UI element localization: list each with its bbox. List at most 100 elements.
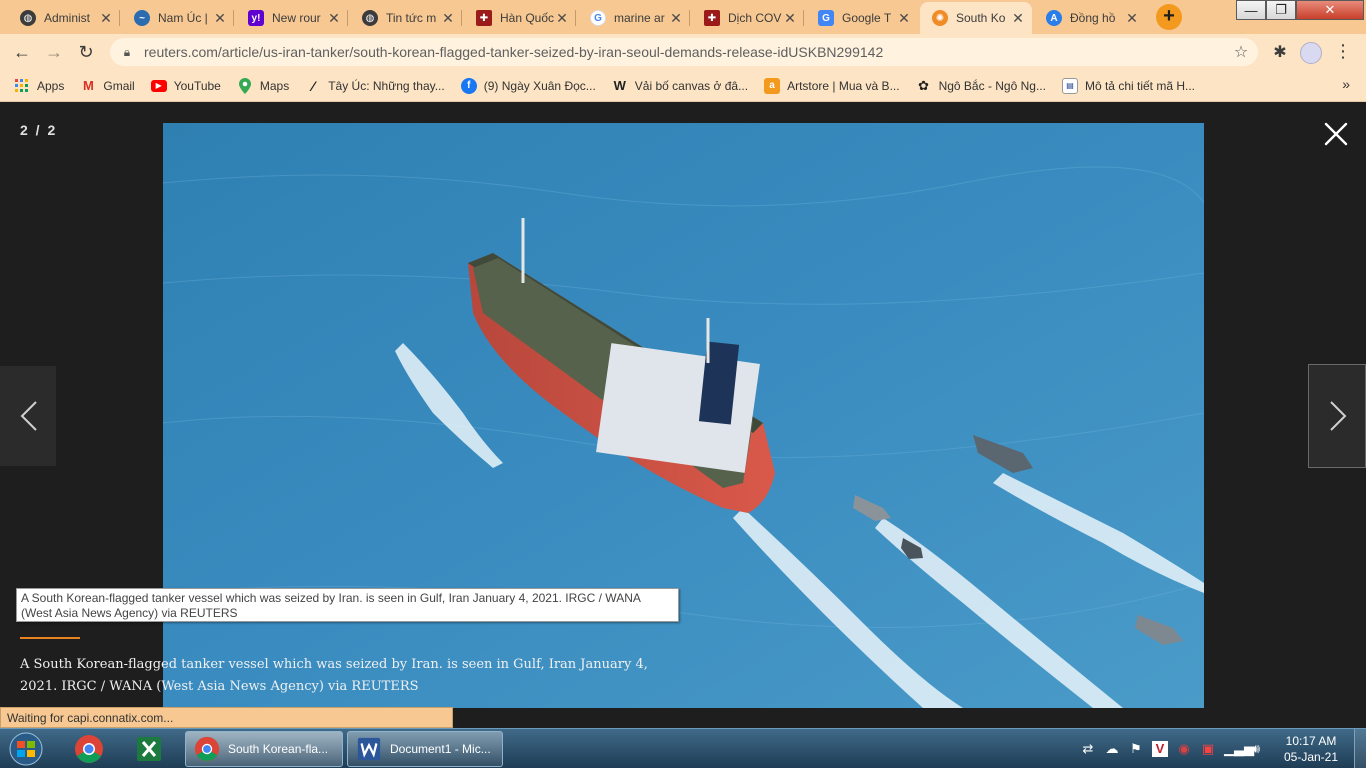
tab-title: Đồng hồ bbox=[1070, 11, 1116, 25]
bookmark-ngo-bac[interactable]: ✿ Ngô Bắc - Ngô Ng... bbox=[916, 78, 1046, 94]
globe-icon: ◍ bbox=[20, 10, 36, 26]
back-arrow-icon[interactable]: ← bbox=[10, 40, 34, 64]
bookmark-maps[interactable]: Maps bbox=[237, 77, 290, 94]
cloud-upload-icon[interactable]: ☁ bbox=[1104, 741, 1120, 757]
close-tab-icon[interactable]: ✕ bbox=[554, 10, 570, 27]
next-slide-button[interactable] bbox=[1308, 364, 1366, 468]
chrome-pinned-button[interactable] bbox=[64, 732, 114, 766]
bookmark-label: Maps bbox=[259, 78, 290, 93]
close-tab-icon[interactable]: ✕ bbox=[212, 10, 228, 27]
close-tab-icon[interactable]: ✕ bbox=[98, 10, 114, 27]
minimize-button[interactable]: — bbox=[1236, 0, 1266, 20]
close-tab-icon[interactable]: ✕ bbox=[326, 10, 342, 27]
maximize-button[interactable]: ❐ bbox=[1266, 0, 1296, 20]
system-tray: ⇄ ☁ ⚑ V ◉ ▣ ▁▃▅ 🔊︎ bbox=[1080, 737, 1272, 761]
forward-arrow-icon[interactable]: → bbox=[42, 40, 66, 64]
gmail-icon: M bbox=[82, 78, 94, 93]
clock-time: 10:17 AM bbox=[1285, 734, 1337, 748]
bookmark-label: Mô tả chi tiết mã H... bbox=[1084, 78, 1196, 93]
chrome-icon bbox=[75, 735, 103, 763]
excel-pinned-button[interactable] bbox=[124, 732, 174, 766]
tab-title: New rour bbox=[272, 11, 321, 25]
tab-google-translate[interactable]: G Google T ✕ bbox=[806, 2, 918, 34]
bookmark-label: Gmail bbox=[103, 78, 135, 93]
taskbar-chrome-window[interactable]: South Korean-fla... bbox=[185, 731, 343, 767]
address-bar[interactable]: 🔒︎ reuters.com/article/us-iran-tanker/so… bbox=[110, 38, 1258, 66]
tab-dong-ho[interactable]: A Đồng hồ ✕ bbox=[1034, 2, 1146, 34]
bookmark-label: YouTube bbox=[173, 78, 221, 93]
status-bubble: Waiting for capi.connatix.com... bbox=[0, 707, 453, 728]
url-text[interactable]: reuters.com/article/us-iran-tanker/south… bbox=[144, 44, 1224, 60]
clock-date: 05-Jan-21 bbox=[1283, 750, 1339, 764]
previous-slide-button[interactable] bbox=[0, 366, 56, 466]
tab-title: South Ko bbox=[956, 11, 1006, 25]
close-tab-icon[interactable]: ✕ bbox=[440, 10, 456, 27]
tab-marine[interactable]: G marine ar ✕ bbox=[578, 2, 690, 34]
bookmark-gmail[interactable]: M Gmail bbox=[80, 78, 135, 94]
bookmark-tay-uc[interactable]: ⁄ Tây Úc: Những thay... bbox=[305, 78, 445, 94]
tab-title: Administ bbox=[44, 11, 91, 25]
caption-accent-line bbox=[20, 637, 80, 639]
bookmark-vai-bo[interactable]: W Vải bố canvas ở đâ... bbox=[612, 78, 748, 94]
image-lightbox: 2 / 2 A South Korean-flagged tanker vess… bbox=[0, 102, 1366, 728]
extensions-puzzle-icon[interactable]: ✱ bbox=[1270, 42, 1290, 62]
kebab-menu-icon[interactable]: ⋮ bbox=[1334, 40, 1352, 64]
globe-icon: ◍ bbox=[362, 10, 378, 26]
red-cross-icon: ✚ bbox=[476, 10, 492, 26]
bookmark-star-icon[interactable]: ☆ bbox=[1224, 42, 1258, 62]
tab-tin-tuc[interactable]: ◍ Tin tức m ✕ bbox=[350, 2, 462, 34]
bookmark-artstore[interactable]: a Artstore | Mua và B... bbox=[764, 77, 900, 94]
taskbar-window-label: South Korean-fla... bbox=[228, 742, 329, 756]
tab-nam-uc[interactable]: ~ Nam Úc | ✕ bbox=[122, 2, 234, 34]
yahoo-icon: y! bbox=[248, 10, 264, 26]
close-tab-icon[interactable]: ✕ bbox=[896, 10, 912, 27]
figure-icon: ✿ bbox=[918, 77, 930, 93]
close-tab-icon[interactable]: ✕ bbox=[782, 10, 798, 27]
close-tab-icon[interactable]: ✕ bbox=[1010, 10, 1026, 27]
bookmark-label: (9) Ngày Xuân Đọc... bbox=[483, 78, 596, 93]
bookmark-mo-ta[interactable]: ▤ Mô tả chi tiết mã H... bbox=[1061, 77, 1196, 94]
tab-title: Tin tức m bbox=[386, 11, 437, 25]
bookmark-ngay-xuan[interactable]: f (9) Ngày Xuân Đọc... bbox=[460, 77, 596, 94]
red-app-tray-icon[interactable]: ◉ bbox=[1176, 741, 1192, 757]
facebook-icon: f bbox=[460, 77, 477, 94]
google-icon: G bbox=[590, 10, 606, 26]
excel-icon bbox=[137, 737, 161, 761]
feather-icon: ⁄ bbox=[312, 77, 315, 94]
bookmarks-bar: Apps M Gmail ▶ YouTube Maps ⁄ Tây Úc: Nh… bbox=[0, 70, 1366, 102]
windows-logo-icon bbox=[9, 732, 43, 766]
tab-south-korea-active[interactable]: ✺ South Ko ✕ bbox=[920, 2, 1032, 34]
network-sync-icon[interactable]: ⇄ bbox=[1080, 741, 1096, 757]
chevron-left-icon bbox=[20, 401, 37, 431]
taskbar-clock[interactable]: 10:17 AM 05-Jan-21 bbox=[1276, 733, 1346, 765]
close-tab-icon[interactable]: ✕ bbox=[668, 10, 684, 27]
tab-title: marine ar bbox=[614, 11, 665, 25]
bookmark-youtube[interactable]: ▶ YouTube bbox=[150, 78, 221, 93]
volume-icon[interactable]: 🔊︎ bbox=[1248, 741, 1264, 757]
tab-dich-covid[interactable]: ✚ Dịch COV ✕ bbox=[692, 2, 804, 34]
reuters-icon: ✺ bbox=[932, 10, 948, 26]
new-tab-button[interactable]: + bbox=[1156, 4, 1182, 30]
bookmark-apps[interactable]: Apps bbox=[14, 78, 64, 94]
close-tab-icon[interactable]: ✕ bbox=[1124, 10, 1140, 27]
vivaldi-tray-icon[interactable]: V bbox=[1152, 741, 1168, 757]
tab-new-round[interactable]: y! New rour ✕ bbox=[236, 2, 348, 34]
action-center-flag-icon[interactable]: ⚑ bbox=[1128, 741, 1144, 757]
slide-counter: 2 / 2 bbox=[20, 122, 58, 138]
lock-icon[interactable]: 🔒︎ bbox=[110, 45, 144, 60]
show-desktop-button[interactable] bbox=[1354, 729, 1366, 768]
signal-bars-icon[interactable]: ▁▃▅ bbox=[1224, 741, 1254, 757]
profile-avatar[interactable] bbox=[1300, 42, 1322, 64]
apps-grid-icon bbox=[14, 78, 30, 94]
close-lightbox-icon[interactable] bbox=[1324, 122, 1348, 146]
reload-icon[interactable]: ↻ bbox=[74, 40, 98, 64]
bookmarks-overflow-button[interactable]: » bbox=[1342, 76, 1350, 92]
tab-title: Nam Úc | bbox=[158, 11, 208, 25]
tab-han-quoc[interactable]: ✚ Hàn Quốc ✕ bbox=[464, 2, 576, 34]
close-window-button[interactable]: ✕ bbox=[1296, 0, 1364, 20]
start-button[interactable] bbox=[4, 731, 48, 767]
tab-administ[interactable]: ◍ Administ ✕ bbox=[8, 2, 120, 34]
unikey-tray-icon[interactable]: ▣ bbox=[1200, 741, 1216, 757]
taskbar-word-window[interactable]: Document1 - Mic... bbox=[347, 731, 503, 767]
tab-title: Google T bbox=[842, 11, 892, 25]
